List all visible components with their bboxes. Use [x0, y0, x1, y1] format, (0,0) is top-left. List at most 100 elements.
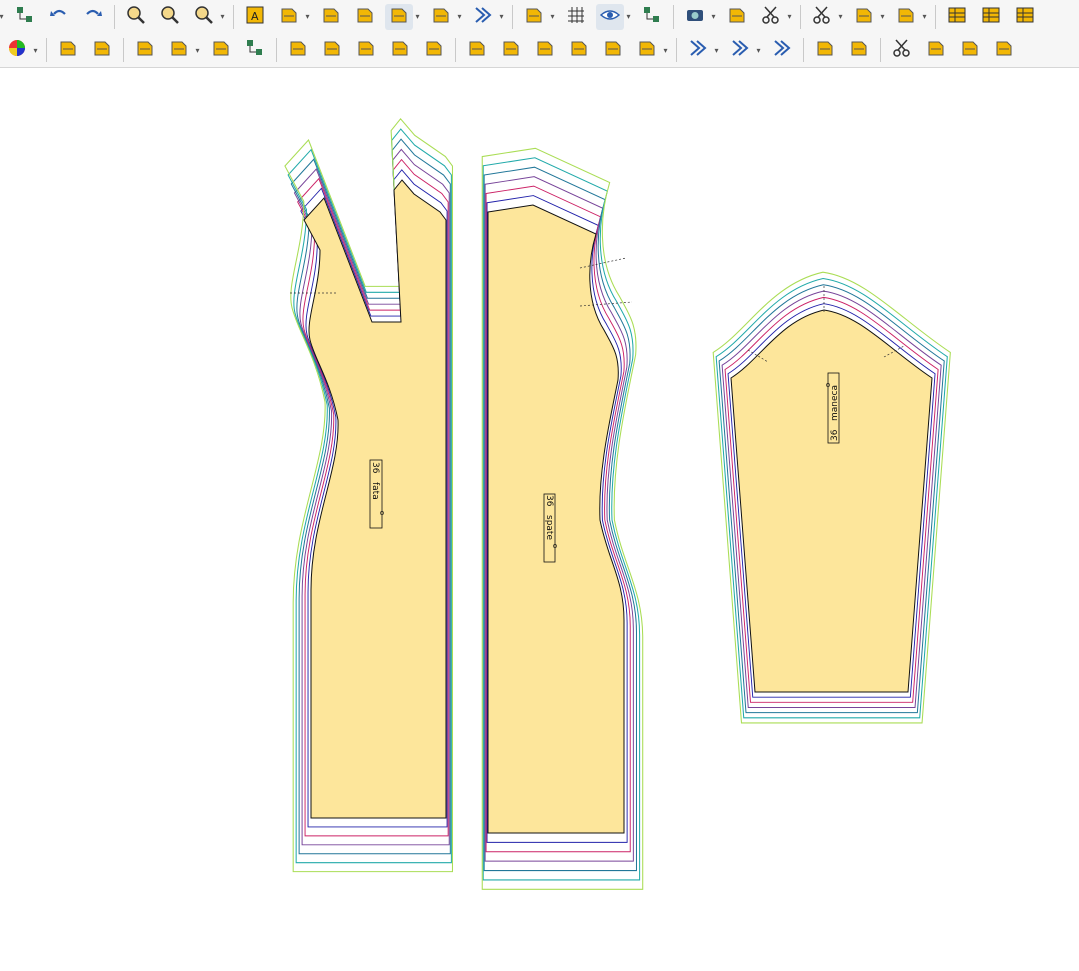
cut-remove-button[interactable] — [808, 4, 836, 30]
align-center-button[interactable] — [497, 37, 525, 63]
resize-icon — [959, 37, 981, 63]
grid-button[interactable] — [562, 4, 590, 30]
resize-button[interactable] — [956, 37, 984, 63]
zoom-selection-button[interactable] — [156, 4, 184, 30]
grid-icon — [565, 4, 587, 30]
align-center-icon — [500, 37, 522, 63]
front-name-text: fata — [370, 482, 380, 500]
mark-check-dropdown[interactable]: ▾ — [920, 4, 929, 30]
fan-lines2-dropdown[interactable]: ▾ — [754, 37, 763, 63]
lock-piece-button[interactable] — [284, 37, 312, 63]
seam-allowance-dropdown[interactable]: ▾ — [413, 4, 422, 30]
piece-tag-button[interactable] — [386, 37, 414, 63]
mirror-piece-icon — [168, 37, 190, 63]
piece-width-add-icon — [57, 37, 79, 63]
polygon-button[interactable] — [845, 37, 873, 63]
undo-button[interactable] — [45, 4, 73, 30]
camera-button[interactable] — [681, 4, 709, 30]
fit-box-icon — [568, 37, 590, 63]
cut-remove-dropdown[interactable]: ▾ — [836, 4, 845, 30]
table-button[interactable] — [943, 4, 971, 30]
piece-points-button[interactable] — [207, 37, 235, 63]
chevrons-button[interactable] — [768, 37, 796, 63]
mark-remove-button[interactable] — [850, 4, 878, 30]
piece-width-add-button[interactable] — [54, 37, 82, 63]
fit-box-button[interactable] — [565, 37, 593, 63]
fan-lines2-button[interactable] — [726, 37, 754, 63]
zoom-in-icon — [193, 4, 215, 30]
zoom-in-button[interactable] — [190, 4, 218, 30]
color-wheel-dropdown[interactable]: ▾ — [31, 37, 40, 63]
scissors-button[interactable] — [888, 37, 916, 63]
tool-options-icon — [14, 4, 36, 30]
zoom-in-dropdown[interactable]: ▾ — [218, 4, 227, 30]
toolbar-separator — [455, 38, 456, 62]
delete-box-button[interactable] — [352, 37, 380, 63]
mirror-piece-dropdown[interactable]: ▾ — [193, 37, 202, 63]
align-bottom-button[interactable] — [463, 37, 491, 63]
color-wheel-button[interactable] — [3, 37, 31, 63]
tool-options-button[interactable] — [11, 4, 39, 30]
piece-points-icon — [210, 37, 232, 63]
seam-allowance-button[interactable] — [385, 3, 413, 30]
mirror-piece-button[interactable] — [165, 37, 193, 63]
piece-width-add2-button[interactable] — [88, 37, 116, 63]
toolbar-separator — [512, 4, 513, 29]
print-button[interactable] — [1011, 4, 1039, 30]
cut-check-button[interactable] — [757, 4, 785, 30]
text-label-button[interactable]: A — [241, 4, 269, 30]
toolbar-separator — [114, 4, 115, 29]
direction-arrows-button[interactable] — [469, 4, 497, 30]
node-tool-button[interactable] — [638, 4, 666, 30]
delete-box-icon — [355, 37, 377, 63]
select-box-button[interactable] — [318, 37, 346, 63]
copy-piece-button[interactable] — [131, 37, 159, 63]
report-button[interactable] — [977, 4, 1005, 30]
piece-up-button[interactable] — [317, 4, 345, 30]
piece-3d-button[interactable] — [723, 4, 751, 30]
grading-button[interactable] — [427, 4, 455, 30]
piece-stack-button[interactable] — [351, 4, 379, 30]
fan-lines-dropdown[interactable]: ▾ — [712, 37, 721, 63]
piece-3d-icon — [726, 4, 748, 30]
sleeve-piece[interactable]: 36 maneca — [730, 286, 933, 693]
spread-button[interactable] — [811, 37, 839, 63]
camera-dropdown[interactable]: ▾ — [709, 4, 718, 30]
front-piece[interactable]: 36 fata — [290, 179, 447, 819]
zoom-fit-icon — [125, 4, 147, 30]
pattern-svg[interactable]: 36 fata 36 spate 36 maneca — [0, 68, 1079, 967]
toolbar-separator — [880, 38, 881, 62]
direction-arrows-dropdown[interactable]: ▾ — [497, 4, 506, 30]
eye-visibility-dropdown[interactable]: ▾ — [624, 4, 633, 30]
flag-dropdown[interactable]: ▾ — [661, 37, 670, 63]
cut-check-dropdown[interactable]: ▾ — [785, 4, 794, 30]
grading-dropdown[interactable]: ▾ — [455, 4, 464, 30]
add-piece-dropdown[interactable]: ▾ — [548, 4, 557, 30]
add-piece-button[interactable] — [520, 4, 548, 30]
drawing-canvas[interactable]: 36 fata 36 spate 36 maneca — [0, 68, 1079, 967]
back-piece-body[interactable] — [487, 204, 625, 834]
fan-lines-button[interactable] — [684, 37, 712, 63]
menu-dropdown-icon[interactable]: ▾ — [0, 4, 6, 30]
mark-check-button[interactable] — [892, 4, 920, 30]
layout-labels-dropdown[interactable]: ▾ — [303, 4, 312, 30]
layout-labels-button[interactable] — [275, 4, 303, 30]
mark-remove-icon — [853, 4, 875, 30]
redo-button[interactable] — [79, 4, 107, 30]
mark-remove-dropdown[interactable]: ▾ — [878, 4, 887, 30]
swap-button[interactable] — [922, 37, 950, 63]
main-toolbar: ▾ ▾ A ▾ ▾ ▾ ▾ ▾ ▾ ▾ ▾ ▾ ▾ ▾ — [0, 0, 1079, 33]
rotate-button[interactable] — [531, 37, 559, 63]
piece-edit-button[interactable] — [420, 37, 448, 63]
flag-button[interactable] — [633, 37, 661, 63]
toolbar-separator — [46, 38, 47, 62]
flip-button[interactable] — [599, 37, 627, 63]
eye-visibility-button[interactable] — [596, 3, 624, 30]
piece-nodes-button[interactable] — [241, 37, 269, 63]
back-piece[interactable]: 36 spate — [487, 204, 633, 834]
zoom-fit-button[interactable] — [122, 4, 150, 30]
badge-button[interactable] — [990, 37, 1018, 63]
svg-text:A: A — [251, 10, 259, 23]
eye-visibility-icon — [599, 4, 621, 30]
sleeve-piece-body[interactable] — [730, 309, 933, 693]
